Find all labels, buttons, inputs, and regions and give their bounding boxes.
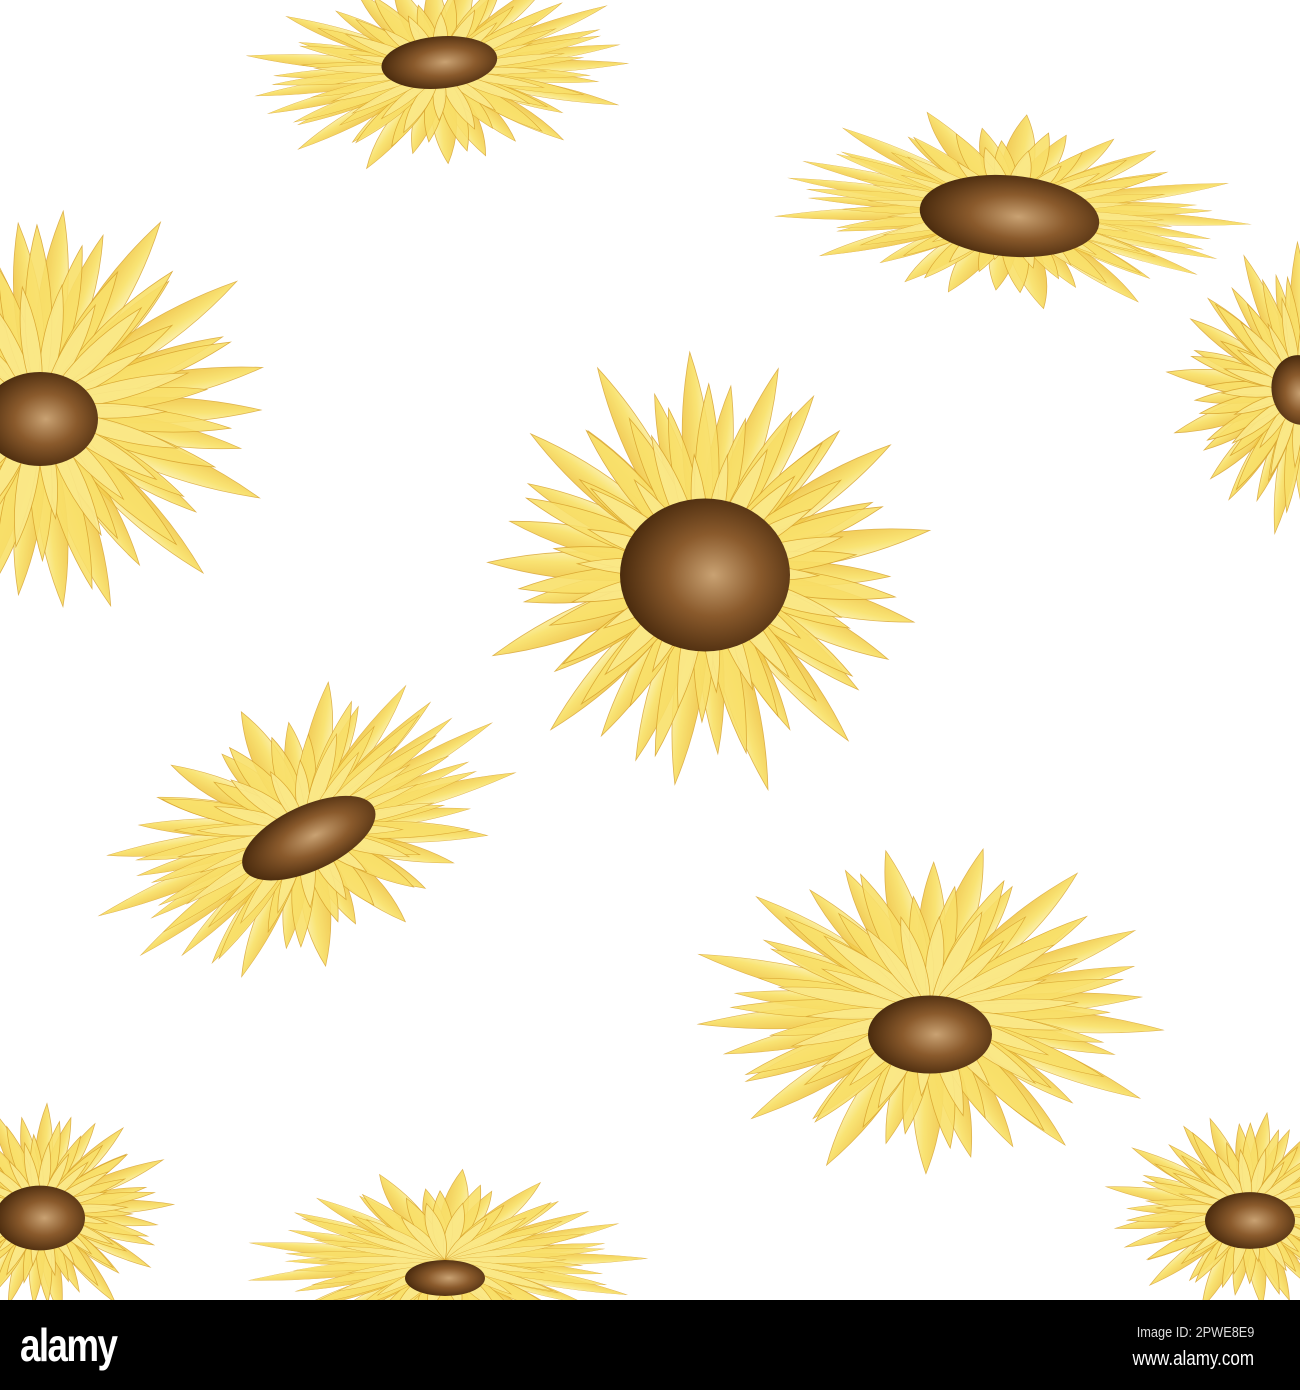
sunflower-center bbox=[868, 995, 992, 1074]
sunflower bbox=[0, 1102, 176, 1300]
image-id-label: Image ID: 2PWE8E9 bbox=[1136, 1324, 1254, 1341]
sunflower-center bbox=[405, 1260, 485, 1296]
sunflower bbox=[1104, 1111, 1300, 1300]
sunflower bbox=[696, 848, 1165, 1175]
sunflower bbox=[245, 0, 630, 170]
sunflower bbox=[486, 350, 932, 792]
sunflower bbox=[247, 1168, 649, 1300]
sunflower-center bbox=[620, 498, 790, 652]
watermark-bar: alamy Image ID: 2PWE8E9 www.alamy.com bbox=[0, 1300, 1300, 1390]
sunflower bbox=[97, 681, 517, 978]
sunflower-pattern-illustration bbox=[0, 0, 1300, 1300]
sunflower bbox=[1165, 240, 1300, 536]
website-url: www.alamy.com bbox=[1132, 1348, 1254, 1370]
alamy-logo: alamy bbox=[20, 1319, 118, 1371]
sunflower bbox=[773, 111, 1252, 310]
sunflower bbox=[0, 209, 265, 617]
sunflower-center bbox=[1205, 1192, 1295, 1249]
